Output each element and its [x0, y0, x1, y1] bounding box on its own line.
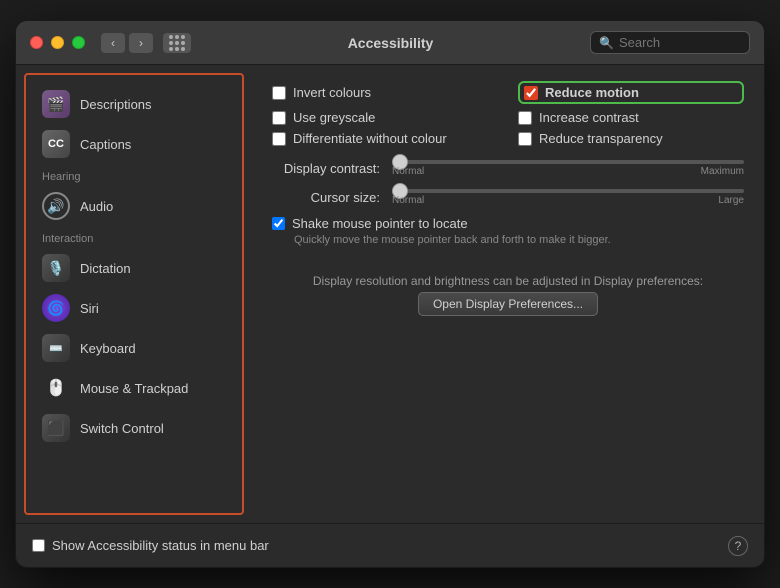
hearing-section-label: Hearing: [34, 165, 234, 185]
sidebar-item-captions[interactable]: CC Captions: [34, 125, 234, 163]
search-bar[interactable]: 🔍: [590, 31, 750, 54]
search-input[interactable]: [619, 35, 741, 50]
options-grid: Invert colours Reduce motion Use greysca…: [272, 81, 744, 146]
shake-mouse-row: Shake mouse pointer to locate Quickly mo…: [272, 216, 744, 246]
reduce-motion-row: Reduce motion: [518, 81, 744, 104]
differentiate-colour-label: Differentiate without colour: [293, 131, 447, 146]
sidebar-item-label: Audio: [80, 199, 113, 214]
reduce-transparency-row: Reduce transparency: [518, 131, 744, 146]
audio-icon: 🔊: [42, 192, 70, 220]
sidebar-item-audio[interactable]: 🔊 Audio: [34, 187, 234, 225]
use-greyscale-checkbox[interactable]: [272, 111, 286, 125]
forward-button[interactable]: ›: [129, 33, 153, 53]
increase-contrast-row: Increase contrast: [518, 110, 744, 125]
search-icon: 🔍: [599, 36, 614, 50]
sidebar-item-keyboard[interactable]: ⌨️ Keyboard: [34, 329, 234, 367]
cursor-size-min: Normal: [392, 195, 424, 206]
display-contrast-min: Normal: [392, 166, 424, 177]
nav-buttons: ‹ ›: [101, 33, 153, 53]
show-status-row: Show Accessibility status in menu bar: [32, 538, 718, 553]
display-contrast-max: Maximum: [701, 166, 744, 177]
invert-colours-label: Invert colours: [293, 85, 371, 100]
increase-contrast-checkbox[interactable]: [518, 111, 532, 125]
show-status-label: Show Accessibility status in menu bar: [52, 538, 269, 553]
invert-colours-checkbox[interactable]: [272, 86, 286, 100]
sidebar-item-descriptions[interactable]: 🎬 Descriptions: [34, 85, 234, 123]
display-contrast-row: Display contrast: Normal Maximum: [272, 160, 744, 177]
use-greyscale-label: Use greyscale: [293, 110, 375, 125]
sidebar-item-label: Keyboard: [80, 341, 136, 356]
accessibility-window: ‹ › Accessibility 🔍 🎬 Descriptions CC: [15, 20, 765, 568]
display-contrast-labels: Normal Maximum: [392, 166, 744, 177]
maximize-button[interactable]: [72, 36, 85, 49]
shake-label: Shake mouse pointer to locate: [292, 216, 468, 231]
help-button[interactable]: ?: [728, 536, 748, 556]
show-status-checkbox[interactable]: [32, 539, 45, 552]
descriptions-icon: 🎬: [42, 90, 70, 118]
bottom-bar: Show Accessibility status in menu bar ?: [16, 523, 764, 567]
shake-description: Quickly move the mouse pointer back and …: [272, 234, 744, 246]
grid-button[interactable]: [163, 33, 191, 53]
use-greyscale-row: Use greyscale: [272, 110, 498, 125]
sliders-section: Display contrast: Normal Maximum Cursor …: [272, 160, 744, 206]
cursor-size-max: Large: [718, 195, 744, 206]
minimize-button[interactable]: [51, 36, 64, 49]
cursor-size-slider[interactable]: [392, 189, 744, 193]
sidebar-item-mouse[interactable]: 🖱️ Mouse & Trackpad: [34, 369, 234, 407]
sidebar-item-label: Captions: [80, 137, 131, 152]
mouse-icon: 🖱️: [42, 374, 70, 402]
cursor-size-slider-wrapper: Normal Large: [392, 189, 744, 206]
titlebar: ‹ › Accessibility 🔍: [16, 21, 764, 65]
invert-colours-row: Invert colours: [272, 81, 498, 104]
sidebar-item-label: Dictation: [80, 261, 131, 276]
reduce-transparency-checkbox[interactable]: [518, 132, 532, 146]
keyboard-icon: ⌨️: [42, 334, 70, 362]
display-contrast-slider[interactable]: [392, 160, 744, 164]
sidebar-item-label: Switch Control: [80, 421, 164, 436]
differentiate-colour-checkbox[interactable]: [272, 132, 286, 146]
interaction-section-label: Interaction: [34, 227, 234, 247]
display-contrast-label: Display contrast:: [272, 161, 392, 176]
display-contrast-slider-wrapper: Normal Maximum: [392, 160, 744, 177]
differentiate-colour-row: Differentiate without colour: [272, 131, 498, 146]
back-button[interactable]: ‹: [101, 33, 125, 53]
captions-icon: CC: [42, 130, 70, 158]
sidebar-item-switch-control[interactable]: ⬛ Switch Control: [34, 409, 234, 447]
sidebar-item-label: Descriptions: [80, 97, 152, 112]
switch-control-icon: ⬛: [42, 414, 70, 442]
sidebar: 🎬 Descriptions CC Captions Hearing 🔊 Aud…: [24, 73, 244, 515]
reduce-motion-label: Reduce motion: [545, 85, 639, 100]
cursor-size-label: Cursor size:: [272, 190, 392, 205]
sidebar-item-label: Mouse & Trackpad: [80, 381, 188, 396]
display-note-section: Display resolution and brightness can be…: [272, 266, 744, 316]
open-display-prefs-button[interactable]: Open Display Preferences...: [418, 292, 598, 316]
cursor-size-labels: Normal Large: [392, 195, 744, 206]
sidebar-item-siri[interactable]: 🌀 Siri: [34, 289, 234, 327]
reduce-transparency-label: Reduce transparency: [539, 131, 663, 146]
display-note: Display resolution and brightness can be…: [272, 274, 744, 288]
main-content: 🎬 Descriptions CC Captions Hearing 🔊 Aud…: [16, 65, 764, 523]
window-title: Accessibility: [199, 35, 582, 51]
close-button[interactable]: [30, 36, 43, 49]
increase-contrast-label: Increase contrast: [539, 110, 639, 125]
sidebar-item-label: Siri: [80, 301, 99, 316]
shake-checkbox-row: Shake mouse pointer to locate: [272, 216, 744, 231]
dictation-icon: 🎙️: [42, 254, 70, 282]
siri-icon: 🌀: [42, 294, 70, 322]
reduce-motion-checkbox[interactable]: [524, 86, 538, 100]
shake-checkbox[interactable]: [272, 217, 285, 230]
right-panel: Invert colours Reduce motion Use greysca…: [252, 65, 764, 523]
sidebar-item-dictation[interactable]: 🎙️ Dictation: [34, 249, 234, 287]
cursor-size-row: Cursor size: Normal Large: [272, 189, 744, 206]
